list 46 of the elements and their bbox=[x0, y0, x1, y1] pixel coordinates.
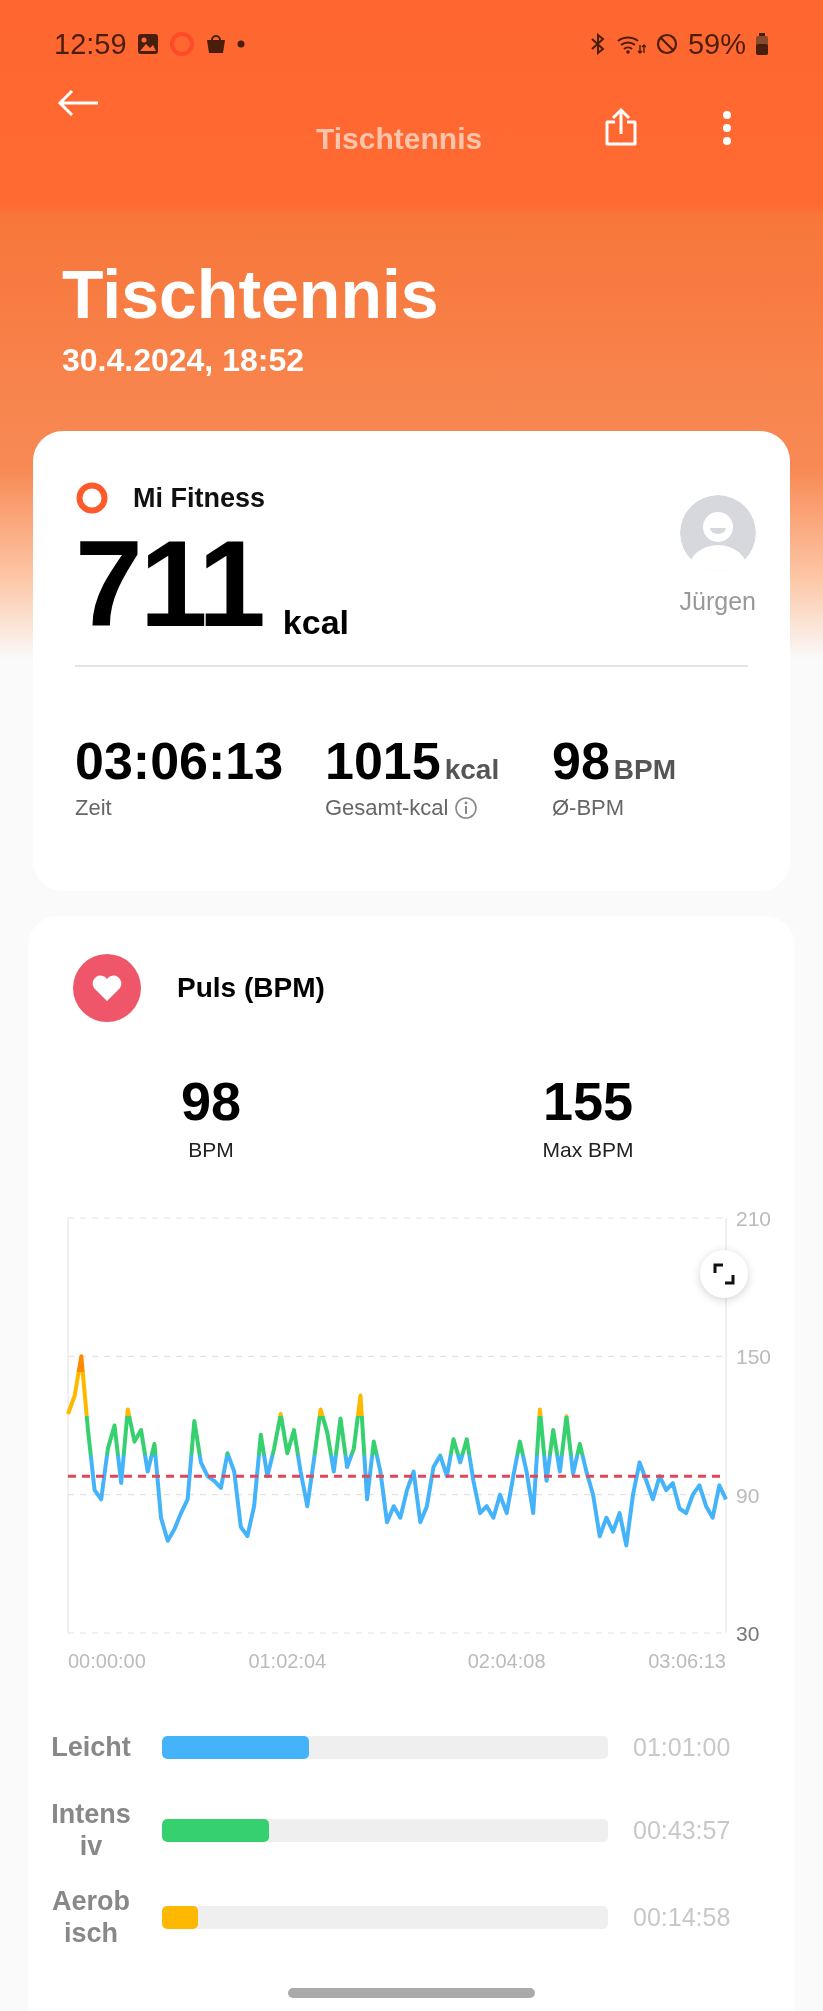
stat-unit: BPM bbox=[613, 753, 677, 786]
heart-rate-title: Puls (BPM) bbox=[177, 972, 325, 1004]
stat-value: 03:06:13 bbox=[75, 730, 284, 791]
share-button[interactable] bbox=[603, 106, 639, 148]
zone-label: Intensiv bbox=[50, 1798, 132, 1863]
stat-label: Zeit bbox=[75, 794, 112, 821]
stat-value: 1015 bbox=[325, 730, 441, 791]
stat-unit: kcal bbox=[444, 753, 500, 786]
heart-rate-value: 155 bbox=[542, 1070, 634, 1132]
axis-label: 03:06:13 bbox=[648, 1650, 726, 1672]
ring-icon bbox=[75, 481, 109, 515]
expand-icon bbox=[713, 1263, 735, 1285]
workout-title: Tischtennis bbox=[62, 260, 440, 328]
zone-label: Aerobisch bbox=[51, 1884, 131, 1950]
fullscreen-button[interactable] bbox=[700, 1250, 748, 1298]
info-icon[interactable] bbox=[454, 795, 479, 820]
workout-date: 30.4.2024, 18:52 bbox=[62, 342, 305, 379]
heart-rate-value: 98 bbox=[180, 1070, 242, 1132]
calories-unit: kcal bbox=[282, 603, 349, 642]
axis-label: 01:02:04 bbox=[248, 1650, 327, 1672]
do-not-disturb-icon bbox=[654, 32, 679, 56]
axis-label: 150 bbox=[736, 1345, 772, 1369]
image-icon bbox=[135, 32, 160, 56]
calories-value: 711 bbox=[75, 517, 263, 652]
ring-icon bbox=[168, 31, 195, 57]
axis-label: 02:04:08 bbox=[467, 1650, 546, 1672]
heart-rate-label: Max BPM bbox=[542, 1138, 634, 1162]
user-name: Jürgen bbox=[679, 587, 756, 616]
axis-label: 00:00:00 bbox=[68, 1650, 146, 1672]
stat-label: Gesamt-kcal bbox=[325, 794, 449, 821]
axis-label: 30 bbox=[736, 1622, 760, 1645]
stat-value: 98 bbox=[552, 730, 610, 791]
battery-percent: 59% bbox=[687, 27, 746, 61]
more-button[interactable] bbox=[721, 110, 733, 146]
axis-label: 90 bbox=[736, 1483, 760, 1507]
battery-icon bbox=[755, 32, 769, 56]
zone-label: Leicht bbox=[50, 1730, 132, 1764]
app-bar-title: Tischtennis bbox=[316, 122, 483, 156]
back-button[interactable] bbox=[56, 88, 100, 118]
heart-rate-label: BPM bbox=[188, 1138, 234, 1162]
dot-icon bbox=[236, 40, 245, 48]
avatar-icon bbox=[679, 495, 756, 571]
clock: 12:59 bbox=[54, 27, 127, 61]
source-name: Mi Fitness bbox=[133, 482, 266, 514]
axis-label: 210 bbox=[736, 1208, 772, 1230]
stat-label: Ø-BPM bbox=[552, 794, 625, 821]
